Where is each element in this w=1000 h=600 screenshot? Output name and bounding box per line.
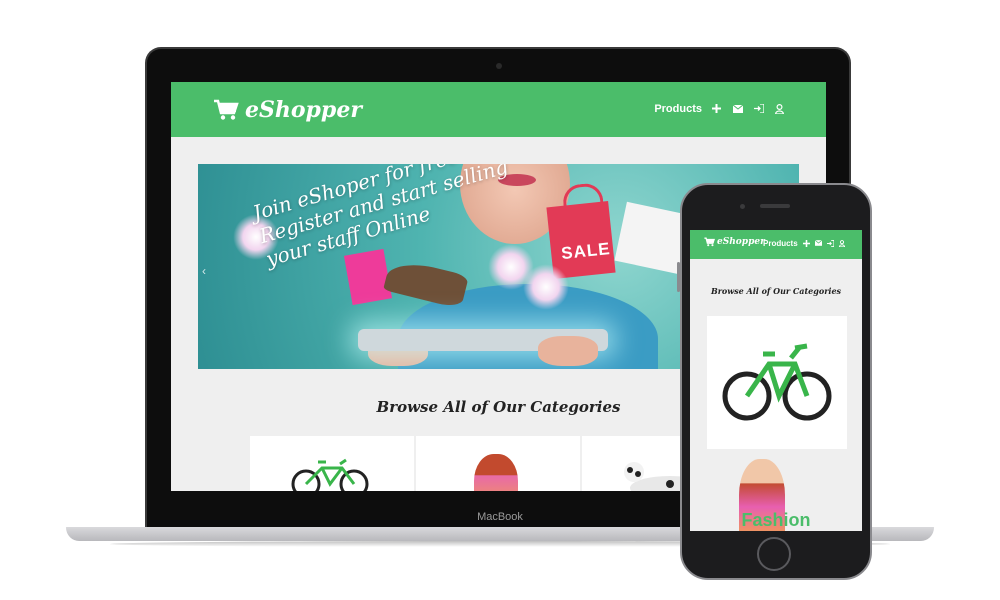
- carousel-prev-icon[interactable]: ‹: [202, 264, 206, 278]
- envelope-icon[interactable]: [731, 102, 744, 115]
- bike-image: [291, 458, 369, 491]
- banner-pink-bag: [343, 248, 393, 306]
- category-card-bike[interactable]: [250, 436, 414, 491]
- phone-speaker: [760, 204, 790, 208]
- phone-categories-title: Browse All of Our Categories: [710, 286, 842, 296]
- phone-site-logo[interactable]: eShopper: [704, 237, 765, 247]
- cart-icon: [214, 99, 239, 120]
- banner-shoe: [383, 256, 469, 310]
- plus-icon[interactable]: [802, 240, 810, 247]
- phone-header-nav: Products: [763, 239, 846, 248]
- user-icon[interactable]: [773, 102, 786, 115]
- site-header: eShopper Products: [171, 82, 826, 137]
- phone-home-button[interactable]: [757, 537, 791, 571]
- banner-hand-right: [538, 336, 598, 366]
- phone-camera: [740, 204, 745, 209]
- category-card-fashion[interactable]: [416, 436, 580, 491]
- envelope-icon[interactable]: [814, 240, 822, 247]
- phone-logo-text: eShopper: [717, 237, 765, 247]
- cart-icon: [704, 237, 715, 247]
- laptop-brand-label: MacBook: [477, 511, 523, 523]
- nav-products-link[interactable]: Products: [654, 103, 702, 115]
- site-logo[interactable]: eShopper: [213, 96, 362, 124]
- logo-text: eShopper: [245, 97, 362, 123]
- phone-category-card-bike[interactable]: [707, 316, 847, 449]
- phone-screen: eShopper Products Browse All of Our Cate…: [690, 230, 862, 531]
- laptop-camera: [496, 63, 502, 69]
- phone-site-header: eShopper Products: [690, 230, 862, 259]
- plus-icon[interactable]: [710, 102, 723, 115]
- phone-fashion-label: Fashion: [741, 510, 811, 530]
- phone-nav-products-link[interactable]: Products: [763, 239, 798, 248]
- bike-image: [722, 343, 832, 421]
- category-grid: [250, 436, 750, 491]
- sale-label: SALE: [560, 239, 612, 264]
- sign-in-icon[interactable]: [826, 240, 834, 247]
- header-nav: Products: [654, 102, 786, 115]
- sign-in-icon[interactable]: [752, 102, 765, 115]
- banner-flower: [523, 264, 569, 310]
- fashion-model-image: [474, 454, 518, 491]
- user-icon[interactable]: [838, 240, 846, 247]
